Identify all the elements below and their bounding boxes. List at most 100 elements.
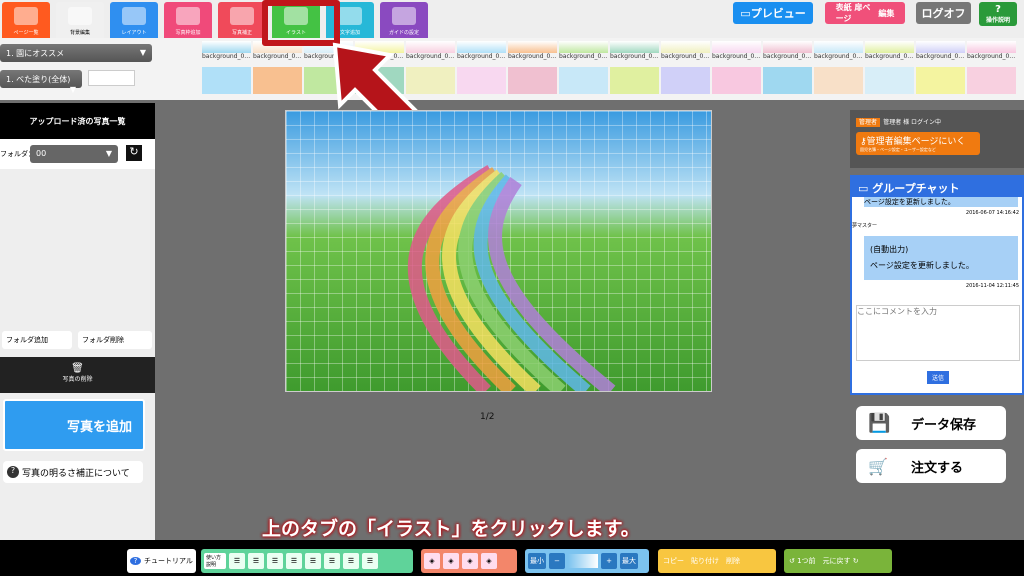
chevron-down-icon: ▼: [69, 85, 76, 94]
key-icon: ⚷: [860, 137, 867, 147]
undo-button[interactable]: ↺ 1つ前: [787, 553, 818, 569]
redo-button[interactable]: 元に戻す ↻: [821, 553, 861, 569]
align-icon[interactable]: ☰: [248, 553, 264, 569]
add-folder-button[interactable]: フォルダ追加: [2, 331, 72, 349]
layer-order-icon[interactable]: ◈: [462, 553, 478, 569]
cart-icon: 🛒: [868, 456, 888, 476]
background-thumbnail[interactable]: background_0…: [661, 41, 710, 60]
zoom-in-icon[interactable]: +: [601, 553, 617, 569]
align-icon[interactable]: ☰: [343, 553, 359, 569]
background-thumbnail[interactable]: [763, 67, 812, 94]
tab-0[interactable]: ページ一覧: [2, 2, 50, 38]
refresh-icon[interactable]: ↻: [126, 145, 142, 161]
question-icon: ?: [7, 466, 19, 478]
background-thumbnail[interactable]: [457, 67, 506, 94]
align-icon[interactable]: ☰: [229, 553, 245, 569]
background-thumbnail[interactable]: background_0…: [457, 41, 506, 60]
delete-photo-button[interactable]: 🗑 写真の削除: [0, 357, 155, 393]
brightness-help-button[interactable]: ? 写真の明るさ補正について: [3, 461, 143, 483]
photo-panel: アップロード済の写真一覧 フォルダ： 00 ▼ ↻ フォルダ追加 フォルダ削除 🗑…: [0, 103, 155, 540]
tab-icon: [14, 7, 38, 25]
page-canvas[interactable]: [285, 110, 712, 392]
background-thumbnail[interactable]: [865, 67, 914, 94]
layer-order-icon[interactable]: ◈: [424, 553, 440, 569]
background-thumbnail[interactable]: [814, 67, 863, 94]
rainbow-road: [407, 164, 616, 391]
add-photo-button[interactable]: 写真を追加: [3, 399, 145, 451]
delete-button[interactable]: 削除: [724, 553, 742, 569]
group-chat: ▭ グループチャット ページ設定を更新しました。 2016-06-07 14:1…: [850, 175, 1024, 395]
background-thumbnail[interactable]: background_0…: [559, 41, 608, 60]
background-thumbnail[interactable]: background_0…: [814, 41, 863, 60]
tab-icon: [392, 7, 416, 25]
tab-icon: [122, 7, 146, 25]
send-button[interactable]: 送信: [927, 371, 950, 384]
zoom-out-icon[interactable]: −: [549, 553, 565, 569]
recommend-dropdown[interactable]: 1. 園にオススメ ▼: [0, 44, 152, 62]
background-thumbnail[interactable]: [559, 67, 608, 94]
tab-icon: [230, 7, 254, 25]
background-thumbnail[interactable]: background_0…: [610, 41, 659, 60]
background-thumbnail[interactable]: background_0…: [712, 41, 761, 60]
background-thumbnail[interactable]: [967, 67, 1016, 94]
background-thumbnail[interactable]: background_0…: [865, 41, 914, 60]
align-icon[interactable]: ☰: [267, 553, 283, 569]
tab-2[interactable]: レイアウト: [110, 2, 158, 38]
background-thumbnail[interactable]: background_0…: [508, 41, 557, 60]
preview-button[interactable]: ▭ プレビュー: [733, 2, 813, 24]
align-icon[interactable]: ☰: [305, 553, 321, 569]
comment-input[interactable]: [856, 305, 1020, 361]
tutorial-button[interactable]: ? チュートリアル: [127, 549, 196, 573]
folder-select[interactable]: 00 ▼: [30, 145, 118, 163]
monitor-icon: ▭: [740, 6, 751, 20]
bottom-toolbar: ? チュートリアル 使い方説明 ☰ ☰ ☰ ☰ ☰ ☰ ☰ ☰ ◈ ◈ ◈ ◈ 最小 − + 最大 コピー 貼り…: [0, 540, 1024, 576]
align-icon[interactable]: ☰: [324, 553, 340, 569]
logoff-button[interactable]: ログオフ: [916, 2, 971, 24]
background-thumbnail[interactable]: background_0…: [967, 41, 1016, 60]
background-thumbnail[interactable]: [253, 67, 302, 94]
question-icon: ?: [130, 557, 141, 565]
zoom-min-button[interactable]: 最小: [528, 553, 546, 569]
layer-order-icon[interactable]: ◈: [443, 553, 459, 569]
tab-7[interactable]: ガイドの設定: [380, 2, 428, 38]
delete-folder-button[interactable]: フォルダ削除: [78, 331, 152, 349]
help-button[interactable]: ? 操作説明: [979, 2, 1017, 26]
tab-icon: [176, 7, 200, 25]
right-panel: 管理者 管理者 様 ログイン中 ⚷管理者編集ページにいく 園児名簿・ページ設定・ユ…: [850, 110, 1024, 483]
background-thumbnail[interactable]: [661, 67, 710, 94]
align-icon[interactable]: ☰: [362, 553, 378, 569]
background-thumbnail[interactable]: background_0…: [916, 41, 965, 60]
background-thumbnail[interactable]: [508, 67, 557, 94]
color-swatch[interactable]: [88, 70, 135, 86]
fill-dropdown[interactable]: 1. べた塗り(全体) ▼: [0, 70, 82, 94]
paste-button[interactable]: 貼り付け: [689, 553, 721, 569]
howto-button[interactable]: 使い方説明: [204, 553, 226, 569]
zoom-level[interactable]: [568, 554, 598, 568]
background-thumbnail[interactable]: [202, 67, 251, 94]
caption: 上のタブの「イラスト」をクリックします。: [262, 518, 640, 540]
tab-3[interactable]: 写真枠追加: [164, 2, 212, 38]
layer-order-icon[interactable]: ◈: [481, 553, 497, 569]
save-data-button[interactable]: 💾 データ保存: [856, 406, 1006, 440]
background-thumbnail[interactable]: [916, 67, 965, 94]
chat-icon: ▭: [858, 182, 873, 195]
tab-4[interactable]: 写真補正: [218, 2, 266, 38]
page-indicator: 1/2: [480, 412, 495, 422]
order-button[interactable]: 🛒 注文する: [856, 449, 1006, 483]
background-picker: 1. 園にオススメ ▼ 1. べた塗り(全体) ▼ background_0… bac…: [0, 38, 1024, 100]
background-thumbnail[interactable]: [712, 67, 761, 94]
chevron-down-icon: ▼: [139, 48, 146, 57]
background-thumbnail[interactable]: background_0…: [202, 41, 251, 60]
admin-page-button[interactable]: ⚷管理者編集ページにいく 園児名簿・ページ設定・ユーザー設定など: [856, 132, 980, 155]
zoom-max-button[interactable]: 最大: [620, 553, 638, 569]
tab-icon: [68, 7, 92, 25]
background-thumbnail[interactable]: [610, 67, 659, 94]
copy-button[interactable]: コピー: [661, 553, 686, 569]
cover-edit-button[interactable]: 表紙 扉ページ 編集: [825, 2, 905, 24]
panel-title: アップロード済の写真一覧: [0, 103, 155, 139]
question-icon: ?: [995, 4, 1001, 15]
align-icon[interactable]: ☰: [286, 553, 302, 569]
background-thumbnail[interactable]: background_0…: [763, 41, 812, 60]
tab-1[interactable]: 背景編集: [56, 2, 104, 38]
floppy-icon: 💾: [868, 412, 891, 434]
